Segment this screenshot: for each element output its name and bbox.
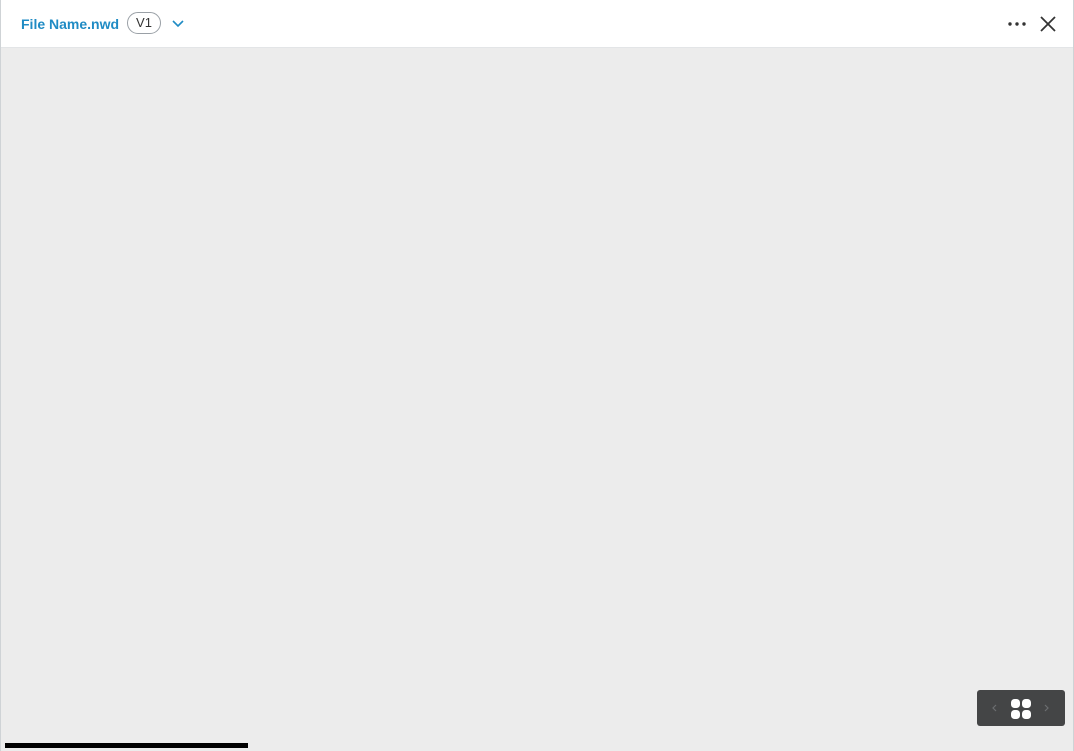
loading-progress-bar <box>5 743 248 748</box>
close-icon <box>1040 16 1056 32</box>
version-badge[interactable]: V1 <box>127 12 161 34</box>
chevron-right-icon <box>1044 704 1049 712</box>
file-viewer-window: File Name.nwd V1 <box>0 0 1074 751</box>
page-navigation-control <box>977 690 1065 726</box>
file-name-title[interactable]: File Name.nwd <box>21 15 119 33</box>
viewer-header: File Name.nwd V1 <box>1 0 1073 48</box>
more-options-button[interactable] <box>1005 14 1029 34</box>
previous-page-button[interactable] <box>987 699 1001 717</box>
more-horizontal-icon <box>1008 22 1026 26</box>
model-viewer-canvas[interactable] <box>1 48 1073 751</box>
grid-icon <box>1011 699 1031 719</box>
version-dropdown-button[interactable] <box>169 15 187 33</box>
chevron-down-icon <box>172 20 184 28</box>
grid-view-button[interactable] <box>1010 698 1032 720</box>
next-page-button[interactable] <box>1040 699 1054 717</box>
close-button[interactable] <box>1037 13 1059 35</box>
chevron-left-icon <box>992 704 997 712</box>
